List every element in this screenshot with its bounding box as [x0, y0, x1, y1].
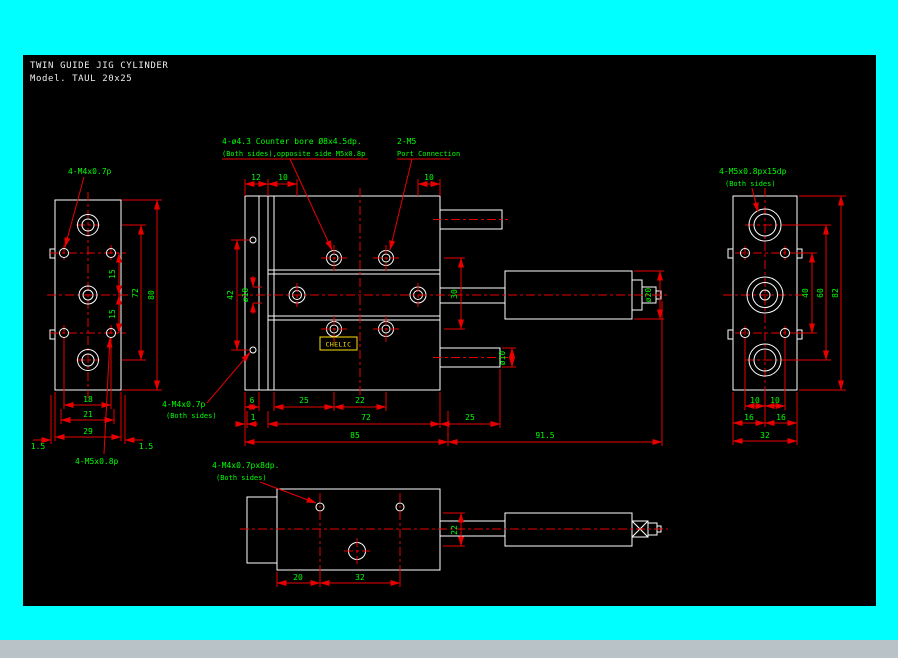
dim-text-85: 85: [350, 431, 360, 440]
dim-text-10-left: 10: [278, 173, 288, 182]
dim-text-72b: 72: [361, 413, 371, 422]
m4-callout-sub: (Both sides): [166, 412, 217, 420]
brand-logo-text: CHELIC: [326, 341, 352, 349]
counterbore-note-line1: 4-ø4.3 Counter bore Ø8x4.5dp.: [222, 136, 362, 146]
dim-text-1: 1: [251, 413, 256, 422]
dim-text-18: 18: [83, 395, 93, 404]
counterbore-note-line2: (Both sides),opposite side M5x0.8p: [222, 150, 365, 158]
dim-text-29: 29: [83, 427, 93, 436]
dim-text-32: 32: [760, 431, 770, 440]
thread-callout-m4x8-sub: (Both sides): [216, 474, 267, 482]
thread-callout-m4: 4-M4x0.7p: [68, 167, 112, 176]
dim-text-dia10-guide: ø10: [241, 288, 250, 303]
dim-text-16-left: 16: [744, 413, 754, 422]
port-note-line1: 2-M5: [397, 137, 416, 146]
dim-text-dia10-rod: ø10: [498, 351, 507, 366]
dim-text-10-right: 10: [424, 173, 434, 182]
dim-text-32: 32: [355, 573, 365, 582]
port-note-line2: Port Connection: [397, 150, 460, 158]
dim-text-42: 42: [226, 290, 235, 300]
dim-text-10-right: 10: [770, 396, 780, 405]
dim-text-72: 72: [131, 288, 140, 298]
bottom-strip: [0, 640, 898, 658]
dim-text-12: 12: [251, 173, 261, 182]
dim-text-25-left: 25: [299, 396, 309, 405]
dim-text-dia20: ø20: [644, 288, 653, 303]
thread-callout-m4x8: 4-M4x0.7px8dp.: [212, 461, 279, 470]
dim-text-60: 60: [816, 288, 825, 298]
dim-text-91-5: 91.5: [535, 431, 554, 440]
dim-text-1-5-right: 1.5: [139, 442, 154, 451]
dim-text-16-right: 16: [776, 413, 786, 422]
cad-viewport: TWIN GUIDE JIG CYLINDER Model. TAUL 20x2…: [0, 0, 898, 658]
cad-window: TWIN GUIDE JIG CYLINDER Model. TAUL 20x2…: [0, 0, 898, 658]
dim-text-10-left: 10: [750, 396, 760, 405]
dim-text-1-5-left: 1.5: [31, 442, 46, 451]
drawing-title: TWIN GUIDE JIG CYLINDER: [30, 61, 168, 71]
dim-text-80: 80: [147, 290, 156, 300]
dim-text-25-right: 25: [465, 413, 475, 422]
dim-text-30: 30: [450, 289, 459, 299]
thread-callout-m5x15-sub: (Both sides): [725, 180, 776, 188]
thread-callout-m5: 4-M5x0.8p: [75, 457, 119, 466]
dim-text-6: 6: [250, 396, 255, 405]
dim-text-21: 21: [83, 410, 93, 419]
dim-text-82: 82: [831, 288, 840, 298]
dim-text-40: 40: [801, 288, 810, 298]
dim-text-22: 22: [355, 396, 365, 405]
dim-text-22: 22: [450, 525, 459, 535]
drawing-model: Model. TAUL 20x25: [30, 74, 132, 84]
dim-text-15-upper: 15: [108, 269, 117, 279]
dim-text-15-lower: 15: [108, 309, 117, 319]
m4-callout: 4-M4x0.7p: [162, 400, 206, 409]
thread-callout-m5x15: 4-M5x0.8px15dp: [719, 167, 787, 176]
dim-text-20: 20: [293, 573, 303, 582]
drawing-canvas[interactable]: [23, 55, 876, 606]
